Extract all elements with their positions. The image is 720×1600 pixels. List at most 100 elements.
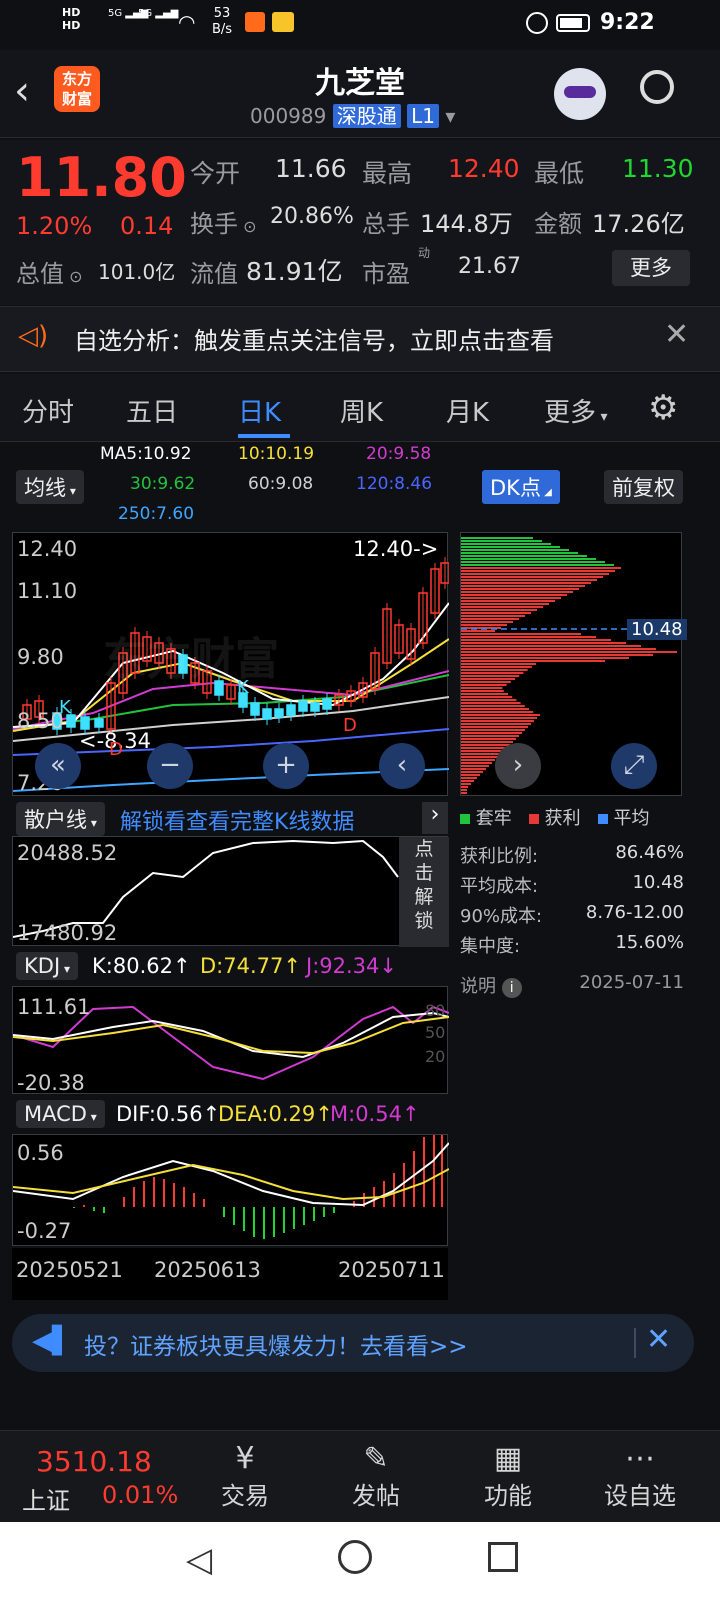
close-promo-icon[interactable]: ✕ <box>646 1322 671 1357</box>
chip-bar <box>461 792 467 794</box>
next-indicator-icon[interactable]: › <box>422 802 448 834</box>
edit-icon: ✎ <box>363 1441 389 1476</box>
macd-select-button[interactable]: MACD ▾ <box>16 1100 105 1128</box>
high-value: 12.40 <box>448 154 520 183</box>
kline-y-2: 11.10 <box>17 579 78 603</box>
adjust-button[interactable]: 前复权 <box>604 470 683 504</box>
ma120-label: 120:8.46 <box>356 474 433 494</box>
nav-set-favorite[interactable]: ⋯ 设自选 <box>590 1441 690 1511</box>
chip-bar <box>461 762 492 764</box>
candle-body <box>286 704 296 716</box>
chip-note-row[interactable]: 说明 i 2025-07-11 <box>460 972 684 1006</box>
nav-trade[interactable]: ¥ 交易 <box>195 1441 295 1511</box>
macd-bar <box>253 1207 255 1237</box>
chip-bar <box>461 708 529 710</box>
mcap-label[interactable]: 总值 ⊙ <box>16 254 83 289</box>
close-icon[interactable]: ✕ <box>664 317 689 352</box>
volume-value: 144.8万 <box>420 210 513 238</box>
unlock-link[interactable]: 解锁看查看完整K线数据 <box>120 804 354 836</box>
avg-cost-label: 10.48 <box>627 619 687 640</box>
turnover-label[interactable]: 换手 ⊙ <box>190 204 257 239</box>
recents-square-icon[interactable] <box>488 1542 518 1572</box>
tab-monthly-k[interactable]: 月K <box>446 392 489 429</box>
dk-point-button[interactable]: DK点 ◢ <box>482 470 560 504</box>
chip-bar <box>461 558 596 560</box>
nav-post[interactable]: ✎ 发帖 <box>326 1441 426 1511</box>
chip-bar <box>461 786 468 788</box>
ma20-label: 20:9.58 <box>366 444 432 464</box>
date-label: 20250711 <box>338 1258 445 1282</box>
k-signal-2: K <box>237 677 249 698</box>
chip-bar <box>461 570 615 572</box>
macd-bar <box>413 1151 415 1207</box>
chip-bar <box>461 747 507 749</box>
expand-icon[interactable]: ⤢ <box>611 743 657 789</box>
tab-intraday[interactable]: 分时 <box>22 392 74 429</box>
macd-bar <box>193 1193 195 1207</box>
hd-indicator: HD HD <box>62 6 81 32</box>
zoom-out-icon[interactable]: − <box>147 743 193 789</box>
index-name[interactable]: 上证 <box>22 1481 70 1516</box>
tab-more[interactable]: 更多 ▾ <box>544 392 608 429</box>
chip-bar <box>461 663 536 665</box>
chip-bar <box>461 540 542 542</box>
chip-bar <box>461 735 519 737</box>
macd-bar <box>83 1205 85 1207</box>
high-label: 最高 <box>362 159 413 188</box>
tab-five-day[interactable]: 五日 <box>126 392 178 429</box>
more-button[interactable]: 更多 <box>612 250 690 286</box>
amount-label: 金额 <box>534 210 582 238</box>
last-price: 11.80 <box>16 146 187 209</box>
tab-daily-k[interactable]: 日K <box>238 392 281 429</box>
mcap-value: 101.0亿 <box>98 260 176 284</box>
rewind-icon[interactable]: « <box>35 743 81 789</box>
kline-chart[interactable]: 东方财富 12.40 11.10 9.80 8.50 7.20 12.40-> … <box>12 532 449 796</box>
chip-bar <box>461 774 480 776</box>
candle-body <box>94 718 104 728</box>
tab-active-indicator <box>238 434 290 438</box>
scroll-left-icon[interactable]: ‹ <box>379 743 425 789</box>
chip-bar <box>461 765 489 767</box>
stat-row: 90%成本: 8.76-12.00 <box>460 902 684 927</box>
promo-banner[interactable]: ◀▌ 投？证券板块更具爆发力！去看看>> ✕ <box>12 1314 694 1372</box>
macd-bar <box>203 1199 205 1207</box>
index-value[interactable]: 3510.18 <box>36 1445 152 1478</box>
nav-functions[interactable]: ▦ 功能 <box>458 1441 558 1511</box>
search-icon[interactable] <box>640 70 674 104</box>
system-nav: ◁ <box>0 1522 720 1600</box>
unlock-side-button[interactable]: 点击解锁 <box>399 837 449 947</box>
gear-icon[interactable]: ⚙ <box>648 388 678 428</box>
kdj-chart[interactable]: 111.61 -20.38 80 50 20 <box>12 986 449 1095</box>
zoom-in-icon[interactable]: + <box>263 743 309 789</box>
sgt-tag: 深股通 <box>332 104 401 128</box>
home-circle-icon[interactable] <box>338 1540 372 1574</box>
chip-bar <box>461 609 537 611</box>
chip-bar <box>461 543 551 545</box>
chip-bar <box>461 693 508 695</box>
speaker-icon: ◁) <box>18 321 49 351</box>
macd-bar <box>163 1179 165 1207</box>
robot-avatar-icon[interactable] <box>554 68 606 120</box>
chip-bar <box>461 564 614 566</box>
stock-code-row[interactable]: 000989 深股通 L1 ▾ <box>250 100 455 129</box>
back-triangle-icon[interactable]: ◁ <box>186 1540 212 1580</box>
ma-select-button[interactable]: 均线 ▾ <box>16 470 84 504</box>
index-pct[interactable]: 0.01% <box>102 1481 178 1509</box>
macd-bar <box>133 1187 135 1207</box>
chip-bar <box>461 618 519 620</box>
indicator-select-button[interactable]: 散户线 ▾ <box>16 802 105 836</box>
chip-bar <box>461 555 587 557</box>
kdj-select-button[interactable]: KDJ ▾ <box>16 952 78 980</box>
banner-text: 自选分析：触发重点关注信号，立即点击查看 <box>74 327 554 355</box>
macd-bar <box>223 1207 225 1217</box>
retail-line-chart[interactable]: 20488.52 17480.92 点击解锁 <box>12 836 449 947</box>
chip-bar <box>461 603 549 605</box>
chip-distribution[interactable]: 10.48 › ⤢ <box>460 532 687 796</box>
candle-body <box>310 702 320 712</box>
chip-bar <box>461 642 626 644</box>
chip-next-icon[interactable]: › <box>495 743 541 789</box>
signal-banner[interactable]: ◁) 自选分析：触发重点关注信号，立即点击查看 ✕ <box>0 306 720 372</box>
macd-chart[interactable]: 0.56 -0.27 <box>12 1134 449 1246</box>
low-value: 11.30 <box>622 154 694 183</box>
tab-weekly-k[interactable]: 周K <box>340 392 383 429</box>
